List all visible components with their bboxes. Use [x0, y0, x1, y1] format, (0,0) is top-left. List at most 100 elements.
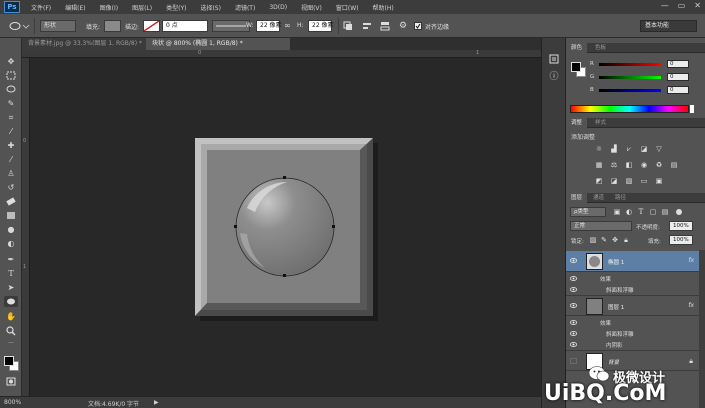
link-icon[interactable]: ∞ — [284, 22, 294, 30]
path-operations-icon[interactable] — [343, 21, 353, 31]
lock-all-icon[interactable]: 🔒︎ — [621, 236, 631, 244]
gear-icon[interactable]: ⚙ — [399, 21, 409, 31]
effect-row-inner-shadow[interactable]: 内阴影 — [566, 339, 699, 350]
tool-mode-select[interactable]: 形状 — [40, 20, 76, 32]
blur-tool-icon[interactable]: ● — [4, 224, 18, 235]
threshold-icon[interactable]: ▨ — [624, 177, 634, 185]
close-button[interactable]: ✕ — [694, 1, 701, 10]
filter-shape-icon[interactable]: ▢ — [648, 208, 658, 216]
visibility-eye-icon[interactable] — [570, 303, 577, 308]
path-alignment-icon[interactable] — [362, 21, 372, 31]
menu-type[interactable]: 类型(Y) — [159, 3, 193, 12]
hand-tool-icon[interactable]: ✋ — [4, 311, 18, 322]
width-field[interactable]: 22 像素 — [256, 20, 282, 32]
quick-select-tool-icon[interactable]: ✎ — [4, 98, 18, 109]
more-tools-icon[interactable]: ··· — [4, 338, 18, 349]
channel-g-slider[interactable] — [599, 76, 661, 79]
layer-row-ellipse[interactable]: 椭圆 1 fx — [566, 251, 699, 272]
tab-styles[interactable]: 样式 — [590, 118, 611, 128]
marquee-tool-icon[interactable] — [4, 70, 18, 81]
brush-tool-icon[interactable]: ⁄ — [4, 154, 18, 165]
zoom-tool-icon[interactable] — [4, 325, 18, 336]
foreground-color-swatch[interactable] — [4, 356, 14, 366]
crop-tool-icon[interactable]: ⌗ — [4, 112, 18, 123]
menu-window[interactable]: 窗口(W) — [329, 3, 366, 12]
tab-channels[interactable]: 通道 — [588, 193, 609, 203]
menu-image[interactable]: 图像(I) — [93, 3, 125, 12]
menu-layer[interactable]: 图层(L) — [125, 3, 159, 12]
color-balance-icon[interactable]: ⚖ — [609, 161, 619, 169]
stroke-type-select[interactable] — [212, 20, 250, 32]
vibrance-icon[interactable]: ▽ — [654, 145, 664, 153]
tab-swatches[interactable]: 色板 — [590, 43, 611, 53]
channel-mixer-icon[interactable]: ♻ — [654, 161, 664, 169]
effects-row[interactable]: 效果 — [566, 317, 699, 328]
blend-mode-select[interactable]: 正常 — [570, 221, 632, 231]
visibility-eye-icon[interactable] — [570, 342, 577, 347]
visibility-eye-icon[interactable] — [570, 287, 577, 292]
path-arrangement-icon[interactable] — [380, 21, 390, 31]
filter-adjust-icon[interactable]: ◐ — [624, 208, 634, 216]
align-edges-checkbox[interactable] — [414, 22, 422, 30]
layer-filter-select[interactable]: ρ类型 — [570, 207, 606, 217]
levels-icon[interactable]: ▟ — [609, 145, 619, 153]
hue-saturation-icon[interactable]: ▦ — [594, 161, 604, 169]
history-panel-icon[interactable] — [549, 54, 559, 64]
minimize-button[interactable]: — — [661, 1, 669, 10]
workspace-select[interactable]: 基本功能 — [640, 20, 697, 32]
exposure-icon[interactable]: ◪ — [639, 145, 649, 153]
photo-filter-icon[interactable]: ◉ — [639, 161, 649, 169]
healing-brush-tool-icon[interactable]: ✚ — [4, 140, 18, 151]
channel-b-slider[interactable] — [599, 89, 661, 92]
curves-icon[interactable]: ⩗ — [624, 145, 634, 153]
history-brush-tool-icon[interactable]: ↺ — [4, 182, 18, 193]
opacity-field[interactable]: 100% — [669, 221, 693, 231]
lock-position-icon[interactable]: ✥ — [610, 236, 620, 244]
invert-icon[interactable]: ◩ — [594, 177, 604, 185]
eraser-tool-icon[interactable] — [4, 196, 18, 207]
filter-pixel-icon[interactable]: ▣ — [612, 208, 622, 216]
layer-name[interactable]: 椭圆 1 — [608, 258, 624, 266]
layer-row-layer1[interactable]: 图层 1 fx — [566, 295, 699, 316]
fill-swatch[interactable] — [104, 20, 121, 32]
color-foreground-swatch[interactable] — [571, 62, 581, 72]
zoom-level[interactable]: 800% — [4, 399, 21, 406]
tab-color[interactable]: 颜色 — [566, 43, 588, 53]
quick-mask-icon[interactable] — [4, 376, 18, 387]
menu-file[interactable]: 文件(F) — [24, 3, 58, 12]
fill-field[interactable]: 100% — [669, 235, 693, 245]
dodge-tool-icon[interactable]: ◐ — [4, 238, 18, 249]
menu-select[interactable]: 选择(S) — [193, 3, 228, 12]
color-spectrum-bar[interactable] — [570, 105, 689, 113]
menu-help[interactable]: 帮助(H) — [366, 3, 401, 12]
tab-paths[interactable]: 路径 — [610, 193, 631, 203]
visibility-eye-icon[interactable] — [570, 320, 577, 325]
effects-row[interactable]: 效果 — [566, 273, 699, 284]
filter-type-icon[interactable]: T — [636, 208, 646, 216]
filter-smart-icon[interactable]: ▤ — [660, 208, 670, 216]
type-tool-icon[interactable]: T — [4, 268, 18, 279]
visibility-eye-icon[interactable] — [570, 331, 577, 336]
effect-row-bevel-emboss[interactable]: 斜面和浮雕 — [566, 284, 699, 295]
maximize-button[interactable]: ▭ — [678, 1, 686, 10]
channel-r-slider[interactable] — [599, 63, 661, 66]
layer-fx-icon[interactable]: fx — [688, 257, 694, 264]
gradient-map-icon[interactable]: ▭ — [639, 177, 649, 185]
color-lookup-icon[interactable]: ▤ — [669, 161, 679, 169]
brightness-contrast-icon[interactable]: ☼ — [594, 145, 604, 153]
filter-toggle-icon[interactable] — [676, 209, 682, 215]
spectrum-white-swatch[interactable] — [690, 105, 694, 113]
visibility-empty-box[interactable] — [570, 358, 577, 364]
clone-stamp-tool-icon[interactable]: ♙ — [4, 168, 18, 179]
eyedropper-tool-icon[interactable]: ⁄ — [4, 126, 18, 137]
black-white-icon[interactable]: ◧ — [624, 161, 634, 169]
lock-transparent-icon[interactable]: ▨ — [588, 236, 598, 244]
menu-3d[interactable]: 3D(D) — [262, 4, 294, 11]
document-image[interactable] — [195, 138, 373, 316]
status-menu-arrow-icon[interactable]: ▶ — [154, 399, 159, 406]
lasso-tool-icon[interactable] — [4, 84, 18, 95]
selective-color-icon[interactable]: ▣ — [654, 177, 664, 185]
path-selection-tool-icon[interactable]: ➤ — [4, 282, 18, 293]
channel-b-value[interactable]: 0 — [667, 86, 689, 94]
channel-r-value[interactable]: 0 — [667, 60, 689, 68]
